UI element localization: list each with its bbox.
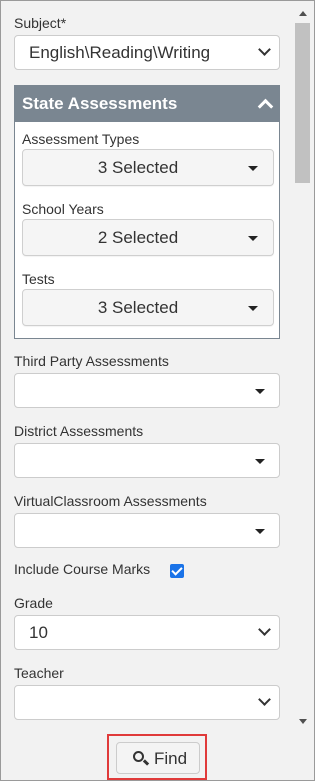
tests-dropdown[interactable]: 3 Selected	[22, 289, 274, 326]
state-assessments-title: State Assessments	[22, 94, 178, 113]
scrollbar-thumb[interactable]	[295, 23, 310, 183]
search-icon	[133, 751, 144, 762]
grade-value: 10	[29, 623, 48, 642]
caret-down-icon	[248, 166, 258, 171]
grade-select[interactable]: 10	[14, 615, 280, 650]
state-assessments-header[interactable]: State Assessments	[15, 86, 279, 122]
grade-label: Grade	[14, 595, 53, 611]
subject-label: Subject*	[14, 15, 67, 31]
third-party-dropdown[interactable]	[14, 373, 280, 408]
chevron-down-icon	[258, 43, 271, 56]
filter-panel: Subject* English\Reading\Writing State A…	[2, 2, 292, 733]
caret-down-icon	[255, 389, 265, 394]
third-party-label: Third Party Assessments	[14, 353, 169, 369]
chevron-down-icon	[258, 693, 271, 706]
course-marks-label: Include Course Marks	[14, 561, 151, 577]
caret-down-icon	[255, 459, 265, 464]
teacher-label: Teacher	[14, 665, 64, 681]
virtual-classroom-label: VirtualClassroom Assessments	[14, 493, 207, 509]
scroll-up-icon[interactable]	[299, 11, 307, 16]
school-years-label: School Years	[22, 201, 104, 217]
virtual-classroom-dropdown[interactable]	[14, 513, 280, 548]
district-label: District Assessments	[14, 423, 144, 439]
assessment-types-value: 3 Selected	[97, 158, 179, 177]
vertical-scrollbar[interactable]	[292, 2, 314, 733]
subject-value: English\Reading\Writing	[29, 43, 211, 62]
scroll-down-icon[interactable]	[299, 719, 307, 724]
state-assessments-section: State Assessments Assessment Types 3 Sel…	[14, 85, 280, 339]
find-button-label: Find	[154, 749, 188, 768]
caret-down-icon	[248, 306, 258, 311]
filter-panel-frame: Subject* English\Reading\Writing State A…	[0, 0, 315, 781]
assessment-types-label: Assessment Types	[22, 131, 140, 147]
teacher-select[interactable]	[14, 685, 280, 720]
caret-down-icon	[255, 529, 265, 534]
tests-label: Tests	[22, 271, 55, 287]
district-dropdown[interactable]	[14, 443, 280, 478]
find-button[interactable]: Find	[116, 742, 200, 774]
chevron-up-icon[interactable]	[257, 98, 274, 115]
caret-down-icon	[248, 236, 258, 241]
find-button-highlight: Find	[107, 734, 207, 780]
chevron-down-icon	[258, 623, 271, 636]
subject-select[interactable]: English\Reading\Writing	[14, 35, 280, 70]
assessment-types-dropdown[interactable]: 3 Selected	[22, 149, 274, 186]
course-marks-checkbox[interactable]	[170, 564, 184, 578]
school-years-dropdown[interactable]: 2 Selected	[22, 219, 274, 256]
tests-value: 3 Selected	[97, 298, 179, 317]
school-years-value: 2 Selected	[97, 228, 179, 247]
